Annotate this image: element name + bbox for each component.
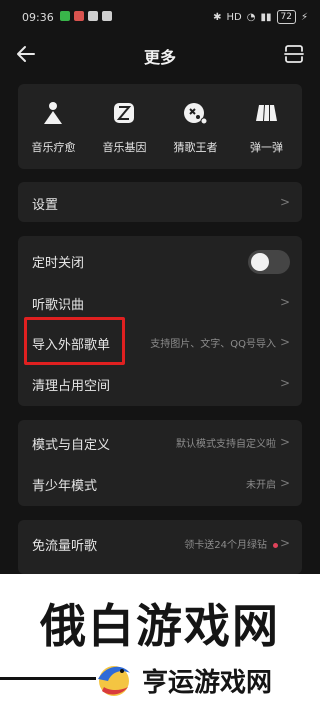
free-traffic-card: 免流量听歌 领卡送24个月绿钻 > bbox=[18, 520, 302, 574]
guess-song-icon bbox=[184, 103, 208, 125]
app-label: 音乐疗愈 bbox=[31, 141, 76, 154]
app-guess-song[interactable]: 猜歌王者 bbox=[160, 84, 231, 169]
chevron-right-icon: > bbox=[279, 376, 290, 390]
dragon-logo-icon bbox=[98, 666, 130, 696]
watermark-sub-text: 亨运游戏网 bbox=[142, 668, 273, 698]
free-traffic-hint-text: 领卡送24个月绿钻 bbox=[184, 540, 267, 551]
app-notification-icon bbox=[74, 11, 84, 21]
status-time: 09:36 bbox=[22, 11, 54, 24]
chevron-right-icon: > bbox=[279, 335, 290, 349]
piano-keys-icon bbox=[256, 105, 277, 121]
music-therapy-icon bbox=[44, 102, 62, 124]
app-music-therapy[interactable]: 音乐疗愈 bbox=[18, 84, 89, 169]
chevron-right-icon: > bbox=[279, 295, 290, 309]
chevron-right-icon: > bbox=[279, 476, 290, 490]
app-label: 音乐基因 bbox=[102, 141, 147, 154]
app-notification-icon bbox=[88, 11, 98, 21]
notification-icons bbox=[60, 11, 112, 21]
battery-icon: 72 bbox=[276, 10, 296, 24]
bluetooth-icon: ✱ bbox=[213, 11, 222, 23]
status-bar: 09:36 ✱ HD ◔ ▮▮ 72 ⚡ bbox=[0, 0, 320, 36]
signal-icon: ▮▮ bbox=[260, 11, 272, 23]
teen-mode-row[interactable]: 青少年模式 未开启 > bbox=[18, 463, 302, 503]
app-label: 猜歌王者 bbox=[173, 141, 218, 154]
clean-storage-row[interactable]: 清理占用空间 > bbox=[18, 363, 302, 403]
scan-icon[interactable] bbox=[282, 42, 306, 66]
recognize-row[interactable]: 听歌识曲 > bbox=[18, 282, 302, 322]
status-right-icons: ✱ HD ◔ ▮▮ 72 ⚡ bbox=[213, 10, 308, 24]
wifi-icon: ◔ bbox=[246, 11, 256, 23]
chevron-right-icon: > bbox=[279, 536, 290, 550]
app-music-gene[interactable]: 音乐基因 bbox=[89, 84, 160, 169]
teen-mode-label: 青少年模式 bbox=[32, 479, 98, 494]
chevron-right-icon: > bbox=[279, 195, 290, 209]
watermark-band: 俄白游戏网 亨运游戏网 bbox=[0, 574, 320, 715]
timer-label: 定时关闭 bbox=[32, 256, 85, 271]
app-notification-icon bbox=[60, 11, 70, 21]
page-title: 更多 bbox=[143, 48, 176, 67]
music-gene-icon bbox=[114, 103, 134, 123]
wechat-icon bbox=[102, 11, 112, 21]
app-piano[interactable]: 弹一弹 bbox=[231, 84, 302, 169]
apps-card: 音乐疗愈 音乐基因 猜歌王者 弹一弹 bbox=[18, 84, 302, 169]
highlight-box bbox=[24, 317, 125, 365]
mode-custom-hint: 默认模式支持自定义啦 bbox=[176, 439, 276, 450]
hd-badge: HD bbox=[226, 11, 242, 23]
free-traffic-row[interactable]: 免流量听歌 领卡送24个月绿钻 > bbox=[18, 523, 302, 563]
recognize-label: 听歌识曲 bbox=[32, 298, 85, 313]
free-traffic-label: 免流量听歌 bbox=[32, 539, 98, 554]
header: 更多 bbox=[0, 36, 320, 72]
free-traffic-hint: 领卡送24个月绿钻 bbox=[184, 536, 278, 551]
mode-custom-label: 模式与自定义 bbox=[32, 438, 111, 453]
charging-icon: ⚡ bbox=[300, 11, 308, 23]
watermark-divider bbox=[0, 677, 96, 680]
timer-row[interactable]: 定时关闭 bbox=[18, 240, 302, 280]
settings-row[interactable]: 设置 > bbox=[18, 182, 302, 222]
settings-card: 设置 > bbox=[18, 182, 302, 222]
chevron-right-icon: > bbox=[279, 435, 290, 449]
settings-label: 设置 bbox=[32, 198, 59, 213]
app-label: 弹一弹 bbox=[250, 141, 283, 154]
watermark-main-text: 俄白游戏网 bbox=[40, 599, 280, 653]
import-playlist-hint: 支持图片、文字、QQ号导入 bbox=[150, 339, 276, 350]
red-dot-badge bbox=[273, 542, 278, 548]
timer-toggle[interactable] bbox=[248, 250, 290, 274]
modes-card: 模式与自定义 默认模式支持自定义啦 > 青少年模式 未开启 > bbox=[18, 420, 302, 506]
clean-storage-label: 清理占用空间 bbox=[32, 379, 111, 394]
toggle-knob bbox=[251, 253, 269, 271]
mode-custom-row[interactable]: 模式与自定义 默认模式支持自定义啦 > bbox=[18, 422, 302, 462]
teen-mode-status: 未开启 bbox=[246, 480, 276, 491]
